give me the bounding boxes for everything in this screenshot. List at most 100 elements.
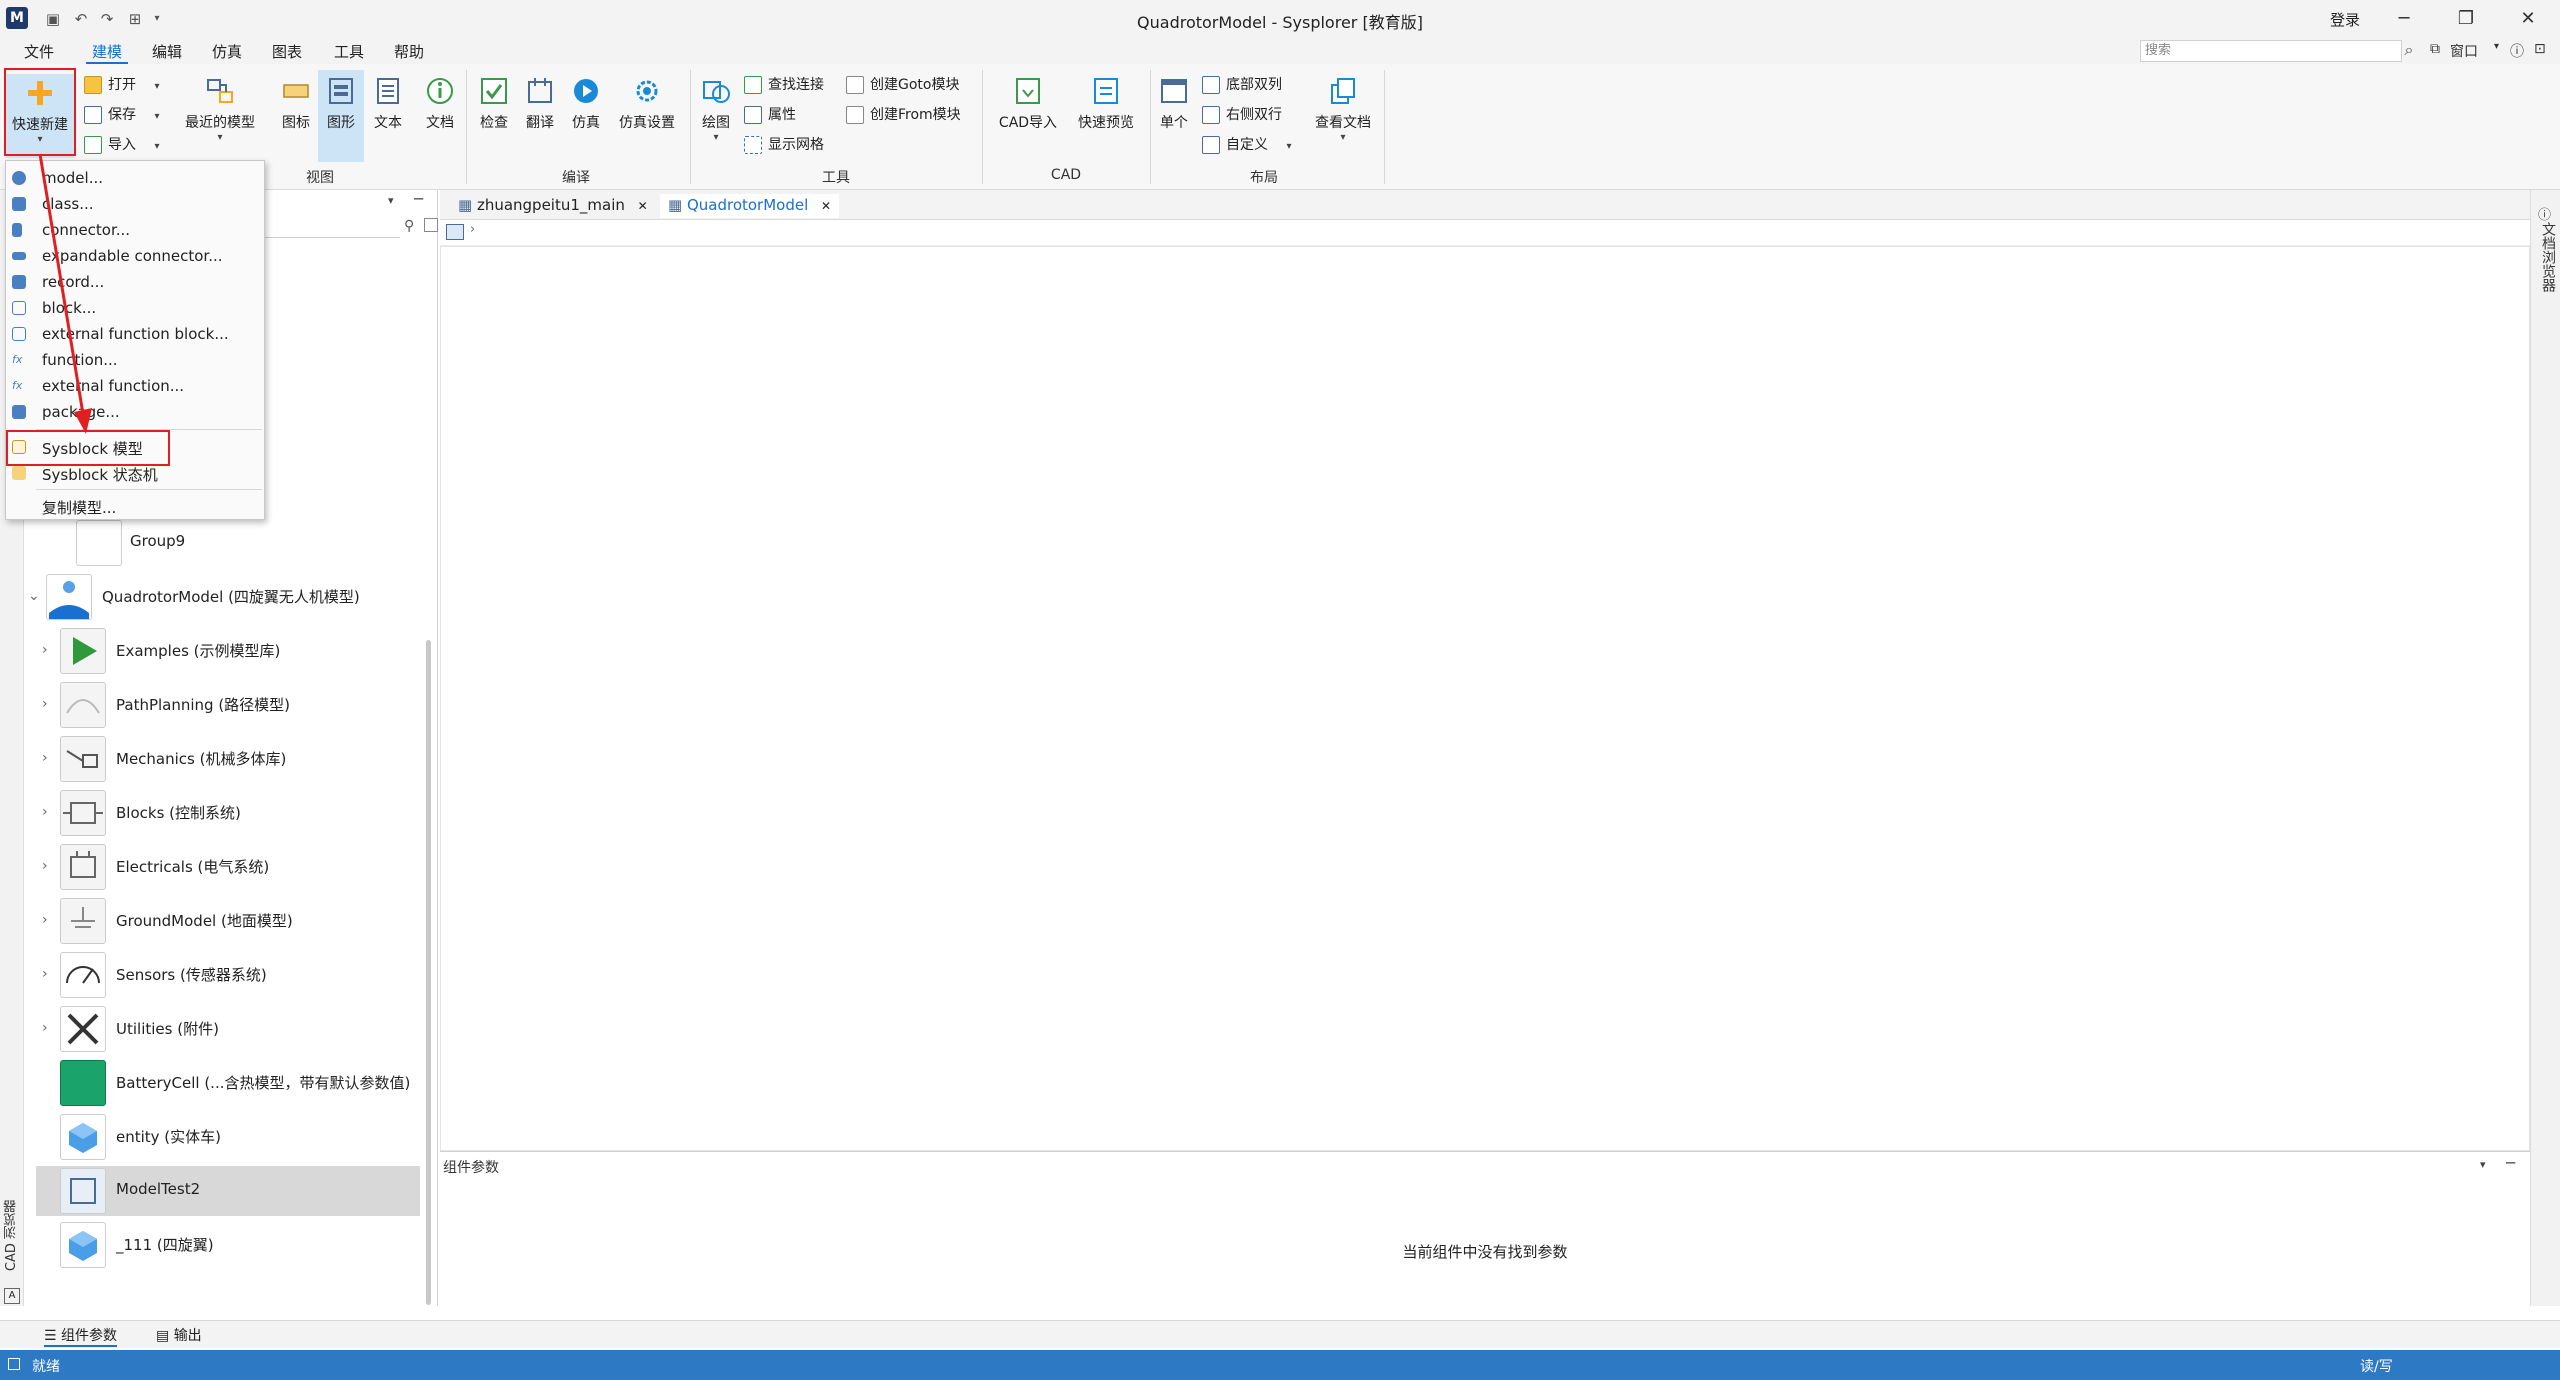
draw-button[interactable]: 绘图 ▾: [696, 76, 736, 143]
params-menu-arrow-icon[interactable]: ▾: [2480, 1158, 2486, 1171]
chevron-right-icon[interactable]: ›: [42, 858, 48, 874]
chevron-right-icon[interactable]: ›: [42, 804, 48, 820]
custom-layout-button[interactable]: 自定义 ▾: [1202, 132, 1291, 158]
chevron-right-icon[interactable]: ›: [42, 1020, 48, 1036]
collapse-all-icon[interactable]: [424, 218, 438, 232]
tab-help[interactable]: 帮助: [388, 41, 430, 62]
tab-zhuangpeitu1-main[interactable]: ▦ zhuangpeitu1_main ✕: [450, 194, 656, 218]
import-label: 导入: [108, 137, 136, 153]
tree-item-111[interactable]: _111 (四旋翼): [36, 1220, 426, 1270]
close-tab-icon[interactable]: ✕: [638, 199, 648, 213]
tree-item-batterycell[interactable]: BatteryCell (...含热模型，带有默认参数值): [36, 1058, 426, 1108]
tab-modeling[interactable]: 建模: [86, 41, 129, 64]
diagram-canvas[interactable]: [440, 246, 2530, 1151]
menu-item-copy-model[interactable]: 复制模型...: [6, 493, 264, 519]
minimize-ribbon-icon[interactable]: ⊡: [2534, 41, 2546, 57]
cad-browser-icon[interactable]: A: [4, 1288, 20, 1304]
tab-component-params[interactable]: ☰ 组件参数: [44, 1325, 118, 1347]
doc-view-button[interactable]: 文档: [420, 76, 460, 132]
chevron-right-icon[interactable]: ›: [42, 696, 48, 712]
check-button[interactable]: 检查: [474, 76, 514, 132]
sensor-gauge-icon: [60, 952, 106, 998]
cube-icon: [60, 1114, 106, 1160]
right-double-button[interactable]: 右侧双行: [1202, 102, 1282, 128]
save-quick-icon[interactable]: ▣: [42, 8, 64, 30]
tree-item-group9[interactable]: Group9: [36, 518, 426, 568]
tab-output[interactable]: ▤ 输出: [156, 1325, 202, 1345]
tree-item-sensors[interactable]: › Sensors (传感器系统): [36, 950, 426, 1000]
recent-models-button[interactable]: 最近的模型 ▾: [178, 76, 262, 143]
filter-icon[interactable]: ⚲: [404, 218, 414, 234]
params-minimize-icon[interactable]: ─: [2506, 1154, 2515, 1172]
tree-item-pathplanning[interactable]: › PathPlanning (路径模型): [36, 680, 426, 730]
doc-browser-info-icon[interactable]: ⓘ: [2538, 204, 2551, 223]
quick-access-icon[interactable]: ⊞: [124, 8, 146, 30]
customize-quick-access-icon[interactable]: ▾: [146, 8, 168, 30]
help-icon[interactable]: ⓘ: [2510, 41, 2524, 61]
chevron-right-icon[interactable]: ›: [42, 642, 48, 658]
save-button[interactable]: 保存 ▾: [84, 102, 159, 128]
tools-group-label: 工具: [822, 170, 850, 186]
show-grid-button[interactable]: 显示网格: [744, 132, 824, 158]
search-input[interactable]: 搜索: [2140, 40, 2402, 62]
tree-item-modeltest2[interactable]: ModelTest2: [36, 1166, 420, 1216]
graphics-view-button[interactable]: 图形: [318, 70, 364, 162]
chevron-down-icon[interactable]: ⌄: [28, 588, 40, 604]
doc-browser-tab[interactable]: 文档浏览器: [2538, 222, 2558, 292]
breadcrumb-arrow-icon[interactable]: ›: [470, 222, 475, 237]
attributes-button[interactable]: 属性: [744, 102, 796, 128]
translate-button[interactable]: 翻译: [520, 76, 560, 132]
icon-view-button[interactable]: 图标: [276, 76, 316, 132]
tab-quadrotormodel[interactable]: ▦ QuadrotorModel ✕: [660, 194, 840, 218]
quick-preview-button[interactable]: 快速预览: [1070, 76, 1142, 132]
chevron-right-icon[interactable]: ›: [42, 966, 48, 982]
view-docs-button[interactable]: 查看文档 ▾: [1306, 76, 1380, 143]
tab-edit[interactable]: 编辑: [146, 41, 188, 62]
open-button[interactable]: 打开 ▾: [84, 72, 159, 98]
tab-file[interactable]: 文件: [18, 41, 60, 62]
text-view-button[interactable]: 文本: [368, 76, 408, 132]
window-menu-arrow-icon[interactable]: ▾: [2494, 41, 2499, 52]
bottom-double-button[interactable]: 底部双列: [1202, 72, 1282, 98]
sim-settings-button[interactable]: 仿真设置: [612, 76, 682, 132]
login-button[interactable]: 登录: [2330, 9, 2360, 30]
redo-icon[interactable]: ↷: [96, 8, 118, 30]
tree-item-mechanics[interactable]: › Mechanics (机械多体库): [36, 734, 426, 784]
tab-tools[interactable]: 工具: [328, 41, 370, 62]
tree-item-examples[interactable]: › Examples (示例模型库): [36, 626, 426, 676]
tree-item-utilities[interactable]: › Utilities (附件): [36, 1004, 426, 1054]
model-root-icon[interactable]: [446, 224, 464, 240]
create-from-button[interactable]: 创建From模块: [846, 102, 961, 128]
chevron-right-icon[interactable]: ›: [42, 750, 48, 766]
single-layout-button[interactable]: 单个: [1154, 76, 1194, 132]
simulate-button[interactable]: 仿真: [566, 76, 606, 132]
find-connection-button[interactable]: 查找连接: [744, 72, 824, 98]
open-arrow-icon: ▾: [154, 81, 160, 92]
tab-simulation[interactable]: 仿真: [206, 41, 248, 62]
undo-icon[interactable]: ↶: [70, 8, 92, 30]
tree-item-groundmodel[interactable]: › GroundModel (地面模型): [36, 896, 426, 946]
quick-preview-icon: [1094, 78, 1118, 104]
tree-item-entity[interactable]: entity (实体车): [36, 1112, 426, 1162]
cad-import-button[interactable]: CAD导入: [992, 76, 1064, 132]
model-filter-input[interactable]: [258, 218, 400, 238]
ribbon-divider: [690, 70, 691, 184]
search-icon[interactable]: ⌕: [2398, 40, 2420, 62]
tree-item-quadrotormodel[interactable]: ⌄ QuadrotorModel (四旋翼无人机模型): [22, 572, 412, 622]
restore-icon[interactable]: ❐: [2436, 2, 2496, 36]
cad-browser-tab[interactable]: CAD 浏览器: [2, 1200, 22, 1271]
minimize-icon[interactable]: ─: [2374, 2, 2434, 36]
create-goto-button[interactable]: 创建Goto模块: [846, 72, 959, 98]
close-tab-icon[interactable]: ✕: [821, 199, 831, 213]
tree-item-electricals[interactable]: › Electricals (电气系统): [36, 842, 426, 892]
panel-menu-arrow-icon[interactable]: ▾: [388, 194, 394, 207]
close-icon[interactable]: ✕: [2498, 2, 2558, 36]
tree-scrollbar[interactable]: [426, 640, 431, 1305]
window-icon[interactable]: ⧉: [2430, 41, 2440, 57]
chevron-right-icon[interactable]: ›: [42, 912, 48, 928]
tab-charts[interactable]: 图表: [266, 41, 308, 62]
window-menu[interactable]: 窗口: [2450, 41, 2478, 61]
panel-minimize-icon[interactable]: ─: [414, 190, 423, 208]
model-icon: [12, 171, 26, 185]
tree-item-blocks[interactable]: › Blocks (控制系统): [36, 788, 426, 838]
